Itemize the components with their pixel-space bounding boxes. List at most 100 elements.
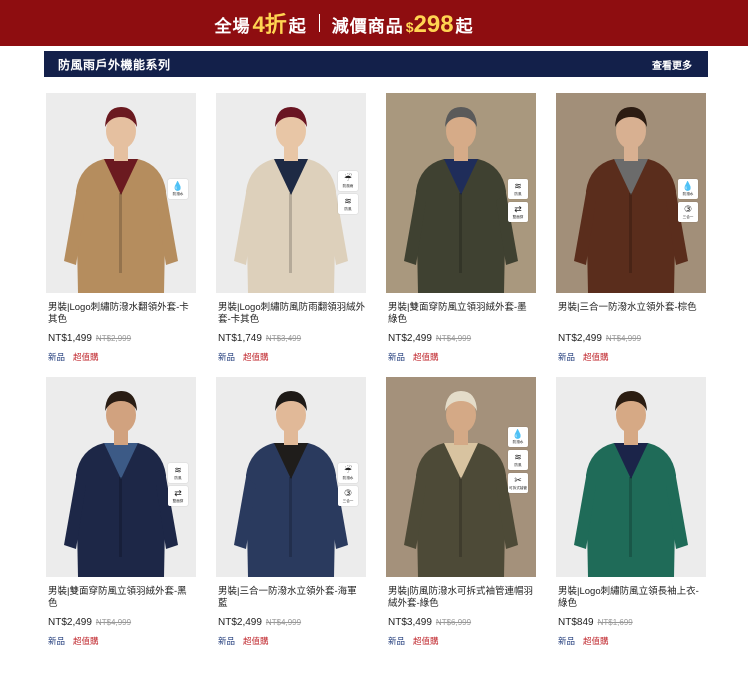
promo-banner[interactable]: 全場 4折 起 減價商品 $ 298 起: [0, 0, 748, 46]
product-price: NT$3,499: [388, 617, 432, 628]
product-price: NT$1,499: [48, 333, 92, 344]
feature-badge-label: 防潑水: [512, 439, 524, 444]
promo-content: 全場 4折 起 減價商品 $ 298 起: [214, 7, 473, 39]
tag-deal: 超值購: [243, 352, 269, 362]
product-card[interactable]: 💧 防潑水 男裝|Logo刺繡防潑水翻領外套-卡其色 NT$1,499 NT$2…: [46, 93, 196, 373]
product-original-price: NT$1,699: [597, 618, 633, 627]
product-image[interactable]: 💧 防潑水 ≋ 防風 ✂ 可拆式袖管: [386, 377, 536, 577]
feature-badges: ≋ 防風 ⇄ 雙面穿: [168, 463, 188, 506]
product-name[interactable]: 男裝|Logo刺繡防風立領長袖上衣-綠色: [558, 586, 706, 610]
product-original-price: NT$4,999: [605, 334, 642, 343]
product-card[interactable]: 💧 防潑水 ③ 三合一 男裝|三合一防潑水立領外套-棕色 NT$2,499 NT…: [556, 93, 706, 373]
view-more-link[interactable]: 查看更多: [652, 57, 692, 72]
product-image[interactable]: ≋ 防風 ⇄ 雙面穿: [386, 93, 536, 293]
feature-badge-label: 防風: [514, 462, 522, 467]
tag-new: 新品: [388, 352, 406, 362]
product-name[interactable]: 男裝|雙面穿防風立領羽絨外套-墨綠色: [388, 302, 536, 326]
feature-badges: ☔ 防風雨 ≋ 防風: [338, 171, 358, 214]
product-image[interactable]: [556, 377, 706, 577]
water-drop-icon: 💧: [172, 181, 184, 191]
product-card[interactable]: 💧 防潑水 ≋ 防風 ✂ 可拆式袖管 男裝|防風防潑水可拆式袖管連帽羽絨外套-綠…: [386, 377, 536, 657]
tag-new: 新品: [388, 636, 406, 646]
tag-deal: 超值購: [73, 636, 99, 646]
feature-badges: 💧 防潑水 ≋ 防風 ✂ 可拆式袖管: [508, 427, 528, 493]
feature-badge-label: 三合一: [342, 498, 354, 503]
product-image[interactable]: ☔ 防風雨 ≋ 防風: [216, 93, 366, 293]
product-price: NT$2,499: [558, 333, 602, 344]
feature-badge: ⇄ 雙面穿: [508, 202, 528, 222]
price-row: NT$3,499 NT$6,999: [388, 617, 471, 628]
product-card[interactable]: ☔ 防風雨 ≋ 防風 男裝|Logo刺繡防風防雨翻領羽絨外套-卡其色 NT$1,…: [216, 93, 366, 373]
tag-new: 新品: [218, 352, 236, 362]
feature-badge: ⇄ 雙面穿: [168, 486, 188, 506]
product-card[interactable]: ≋ 防風 ⇄ 雙面穿 男裝|雙面穿防風立領羽絨外套-黑色 NT$2,499 NT…: [46, 377, 196, 657]
water-drop-icon: 💧: [512, 429, 524, 439]
rain-icon: ☔: [343, 173, 353, 183]
product-image[interactable]: 💧 防潑水: [46, 93, 196, 293]
feature-badges: ≋ 防風 ⇄ 雙面穿: [508, 179, 528, 222]
product-image[interactable]: ☔ 防潑水 ③ 三合一: [216, 377, 366, 577]
price-row: NT$2,499 NT$4,999: [388, 333, 471, 344]
product-card[interactable]: 男裝|Logo刺繡防風立領長袖上衣-綠色 NT$849 NT$1,699 新品 …: [556, 377, 706, 657]
feature-badge-label: 三合一: [682, 214, 694, 219]
product-image[interactable]: 💧 防潑水 ③ 三合一: [556, 93, 706, 293]
price-row: NT$2,499 NT$4,999: [218, 617, 301, 628]
product-price: NT$2,499: [218, 617, 262, 628]
feature-badge: 💧 防潑水: [678, 179, 698, 199]
feature-badge: ≋ 防風: [508, 179, 528, 199]
wind-icon: ≋: [514, 181, 522, 191]
product-name[interactable]: 男裝|防風防潑水可拆式袖管連帽羽絨外套-綠色: [388, 586, 536, 610]
feature-badge: 💧 防潑水: [508, 427, 528, 447]
product-original-price: NT$3,499: [265, 334, 302, 343]
feature-badge: ≋ 防風: [508, 450, 528, 470]
three-in-one-icon: ③: [683, 204, 693, 214]
product-price: NT$849: [558, 617, 594, 628]
product-name[interactable]: 男裝|三合一防潑水立領外套-棕色: [558, 302, 706, 314]
product-tags: 新品 超值購: [48, 351, 99, 363]
promo-price: 298: [413, 11, 454, 38]
product-original-price: NT$4,999: [265, 618, 302, 627]
feature-badge: 💧 防潑水: [168, 179, 188, 199]
product-card[interactable]: ☔ 防潑水 ③ 三合一 男裝|三合一防潑水立領外套-海軍藍 NT$2,499 N…: [216, 377, 366, 657]
promo-text-sale-items: 減價商品: [331, 17, 404, 36]
feature-badge: ③ 三合一: [338, 486, 358, 506]
rain-icon: ☔: [343, 465, 353, 475]
feature-badge: ③ 三合一: [678, 202, 698, 222]
feature-badge-label: 防潑水: [682, 191, 694, 196]
feature-badge-label: 防潑水: [172, 191, 184, 196]
product-tags: 新品 超值購: [218, 635, 269, 647]
feature-badge-label: 防風: [514, 191, 522, 196]
product-price: NT$2,499: [388, 333, 432, 344]
detachable-icon: ✂: [514, 475, 522, 485]
product-tags: 新品 超值購: [48, 635, 99, 647]
product-tags: 新品 超值購: [558, 635, 609, 647]
tag-new: 新品: [558, 636, 576, 646]
feature-badges: 💧 防潑水: [168, 179, 188, 199]
feature-badge: ☔ 防風雨: [338, 171, 358, 191]
product-tags: 新品 超值購: [388, 351, 439, 363]
feature-badge-label: 防潑水: [342, 475, 354, 480]
feature-badge-label: 防風雨: [342, 183, 354, 188]
promo-text-from: 起: [288, 17, 307, 36]
product-name[interactable]: 男裝|雙面穿防風立領羽絨外套-黑色: [48, 586, 196, 610]
product-name[interactable]: 男裝|三合一防潑水立領外套-海軍藍: [218, 586, 366, 610]
feature-badge-label: 防風: [174, 475, 182, 480]
product-image[interactable]: ≋ 防風 ⇄ 雙面穿: [46, 377, 196, 577]
price-row: NT$849 NT$1,699: [558, 617, 633, 628]
feature-badge: ≋ 防風: [338, 194, 358, 214]
product-card[interactable]: ≋ 防風 ⇄ 雙面穿 男裝|雙面穿防風立領羽絨外套-墨綠色 NT$2,499 N…: [386, 93, 536, 373]
reversible-icon: ⇄: [514, 204, 522, 214]
feature-badges: ☔ 防潑水 ③ 三合一: [338, 463, 358, 506]
tag-deal: 超值購: [73, 352, 99, 362]
product-name[interactable]: 男裝|Logo刺繡防風防雨翻領羽絨外套-卡其色: [218, 302, 366, 326]
price-row: NT$1,499 NT$2,999: [48, 333, 131, 344]
product-name[interactable]: 男裝|Logo刺繡防潑水翻領外套-卡其色: [48, 302, 196, 326]
tag-deal: 超值購: [583, 636, 609, 646]
product-original-price: NT$2,999: [95, 334, 132, 343]
wind-icon: ≋: [344, 196, 352, 206]
tag-deal: 超值購: [583, 352, 609, 362]
price-row: NT$1,749 NT$3,499: [218, 333, 301, 344]
feature-badge: ☔ 防潑水: [338, 463, 358, 483]
feature-badge-label: 雙面穿: [172, 498, 184, 503]
product-tags: 新品 超值購: [388, 635, 439, 647]
